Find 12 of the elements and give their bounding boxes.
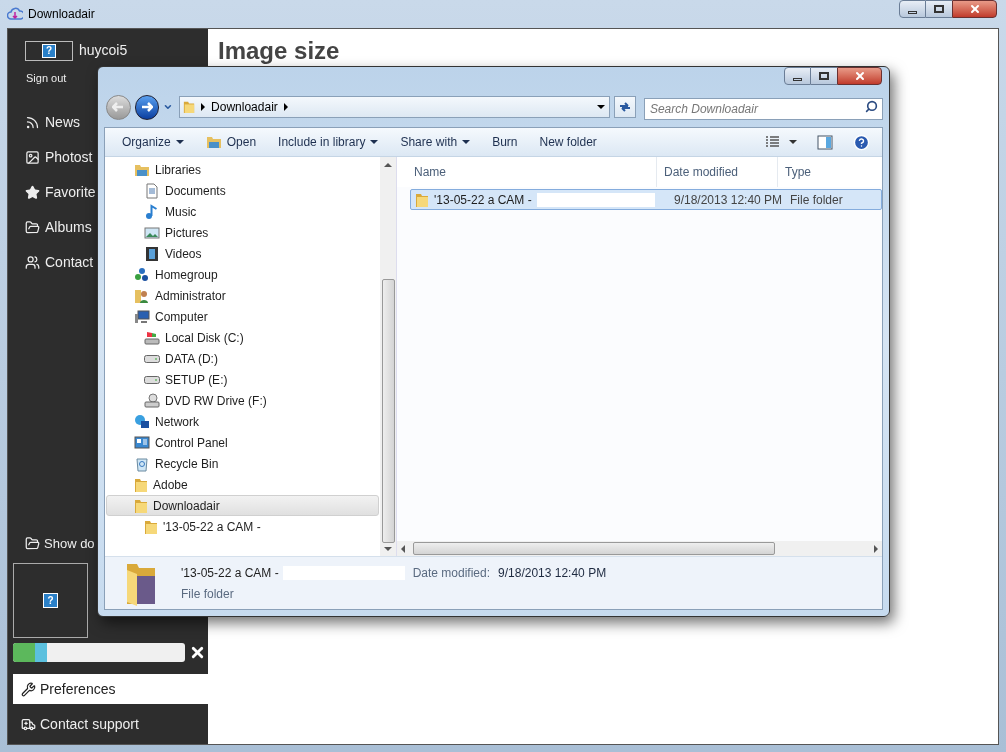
file-name: '13-05-22 a CAM - xyxy=(434,191,532,209)
window-title: Downloadair xyxy=(28,6,95,23)
question-icon: ? xyxy=(43,593,58,608)
date-label: Date modified: xyxy=(412,564,491,582)
date-cell-text: 9/18/2013 12:40 PM xyxy=(673,191,782,209)
page-heading: Image size xyxy=(218,39,341,63)
type-cell-text: File folder xyxy=(789,191,843,209)
user-name: huycoi5 xyxy=(79,41,128,60)
file-name: '13-05-22 a CAM - xyxy=(181,564,279,582)
question-icon: ? xyxy=(42,43,56,58)
file-type: File folder xyxy=(181,585,235,603)
date-value: 9/18/2013 12:40 PM xyxy=(498,564,607,582)
